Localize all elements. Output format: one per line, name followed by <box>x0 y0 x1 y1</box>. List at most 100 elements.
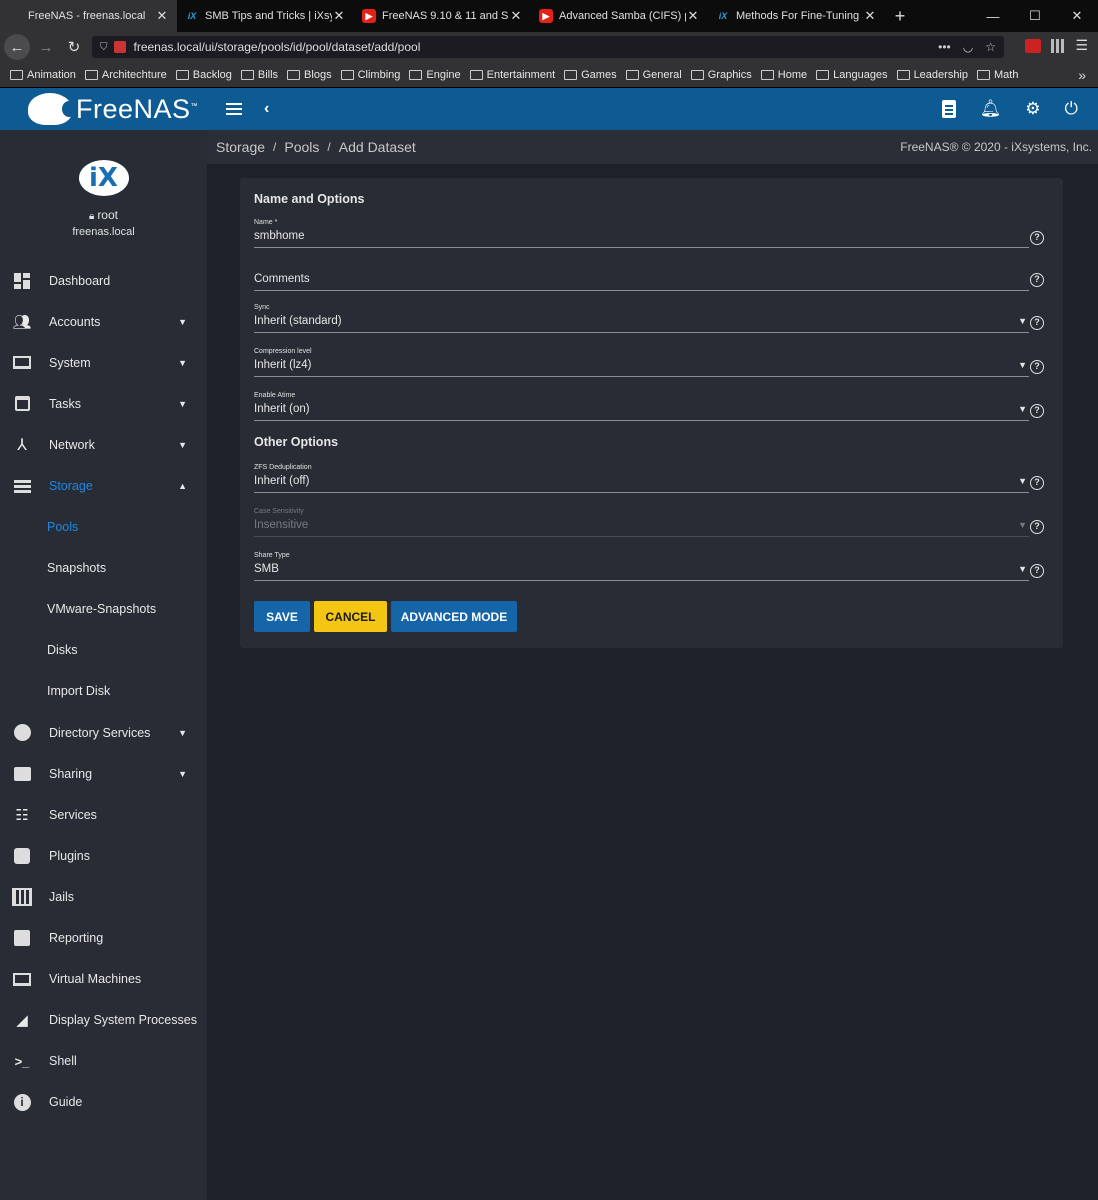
help-icon[interactable]: ? <box>1030 564 1044 578</box>
sidebar-item-sharing[interactable]: Sharing ▼ <box>0 753 207 794</box>
dropdown-arrow-icon[interactable]: ▼ <box>1018 404 1027 414</box>
task-manager-icon[interactable] <box>941 100 956 118</box>
bookmarks-overflow-icon[interactable]: » <box>1078 67 1086 83</box>
sidebar-subitem-snapshots[interactable]: Snapshots <box>0 548 207 589</box>
bookmark-item[interactable]: General <box>625 69 682 81</box>
sidebar-item-plugins[interactable]: Plugins <box>0 835 207 876</box>
bookmark-star-icon[interactable]: ☆ <box>985 40 996 54</box>
help-icon[interactable]: ? <box>1030 520 1044 534</box>
dropdown-arrow-icon[interactable]: ▼ <box>1018 476 1027 486</box>
reload-icon[interactable]: ↻ <box>60 33 88 61</box>
sidebar-item-shell[interactable]: >_ Shell <box>0 1041 207 1082</box>
dedup-value[interactable]: Inherit (off) <box>254 474 1029 489</box>
bookmark-item[interactable]: Graphics <box>690 69 752 81</box>
sidebar-item-accounts[interactable]: 👥︎ Accounts ▼ <box>0 301 207 342</box>
bookmark-item[interactable]: Bills <box>240 69 278 81</box>
bookmark-item[interactable]: Games <box>564 69 617 81</box>
browser-tab[interactable]: ▶ Advanced Samba (CIFS) pe ✕ <box>531 0 708 32</box>
bookmark-item[interactable]: Architechture <box>84 69 167 81</box>
atime-value[interactable]: Inherit (on) <box>254 402 1029 417</box>
help-icon[interactable]: ? <box>1030 476 1044 490</box>
compression-value[interactable]: Inherit (lz4) <box>254 358 1029 373</box>
new-tab-button[interactable]: + <box>885 0 915 32</box>
bookmark-item[interactable]: Animation <box>10 69 76 81</box>
name-field[interactable]: Name * smbhome <box>254 219 1029 248</box>
save-button[interactable]: SAVE <box>254 601 310 632</box>
bookmark-item[interactable]: Backlog <box>175 69 232 81</box>
help-icon[interactable]: ? <box>1030 360 1044 374</box>
sync-value[interactable]: Inherit (standard) <box>254 314 1029 329</box>
collapse-sidebar-icon[interactable]: ‹ <box>264 100 269 118</box>
sidebar-item-dashboard[interactable]: Dashboard <box>0 260 207 301</box>
dropdown-arrow-icon[interactable]: ▼ <box>1018 316 1027 326</box>
share-type-value[interactable]: SMB <box>254 562 1029 577</box>
browser-tab[interactable]: FreeNAS - freenas.local ✕ <box>0 0 177 32</box>
tab-close-icon[interactable]: ✕ <box>686 8 700 24</box>
share-type-select[interactable]: Share Type SMB ▼ <box>254 552 1029 581</box>
extensions-grid-icon[interactable] <box>1051 38 1066 53</box>
comments-field[interactable]: Comments <box>254 262 1029 291</box>
dedup-select[interactable]: ZFS Deduplication Inherit (off) ▼ <box>254 464 1029 493</box>
tab-close-icon[interactable]: ✕ <box>155 8 169 24</box>
sidebar-item-storage[interactable]: Storage ▲ <box>0 465 207 506</box>
caret-down-icon[interactable]: ▼ <box>178 728 187 738</box>
sidebar-subitem-vmware-snapshots[interactable]: VMware-Snapshots <box>0 589 207 630</box>
sidebar-item-display-system-processes[interactable]: ◢ Display System Processes <box>0 1000 207 1041</box>
settings-gear-icon[interactable]: ⚙ <box>1025 99 1040 119</box>
bookmark-item[interactable]: Climbing <box>340 69 400 81</box>
sidebar-item-services[interactable]: ☷ Services <box>0 794 207 835</box>
breadcrumb-storage[interactable]: Storage <box>216 139 265 155</box>
bookmark-item[interactable]: Math <box>977 69 1018 81</box>
menu-toggle-icon[interactable] <box>226 103 242 115</box>
extension-icon[interactable] <box>1025 38 1042 53</box>
caret-down-icon[interactable]: ▼ <box>178 440 187 450</box>
url-bar[interactable]: ⛉ freenas.local/ui/storage/pools/id/pool… <box>92 36 1004 58</box>
power-icon[interactable]: ⏻ <box>1065 99 1078 119</box>
bookmark-item[interactable]: Leadership <box>896 69 968 81</box>
help-icon[interactable]: ? <box>1030 231 1044 245</box>
notifications-bell-icon[interactable]: 🔔︎ <box>980 99 1002 119</box>
name-input[interactable]: smbhome <box>254 229 1029 244</box>
bookmark-item[interactable]: Languages <box>816 69 888 81</box>
caret-down-icon[interactable]: ▼ <box>178 358 187 368</box>
shield-icon[interactable]: ⛉ <box>100 42 108 53</box>
sidebar-item-tasks[interactable]: Tasks ▼ <box>0 383 207 424</box>
sidebar-subitem-import-disk[interactable]: Import Disk <box>0 671 207 712</box>
sidebar-item-network[interactable]: ⅄ Network ▼ <box>0 424 207 465</box>
minimize-icon[interactable]: — <box>972 0 1014 32</box>
bookmark-item[interactable]: Engine <box>409 69 461 81</box>
forward-arrow-icon[interactable]: → <box>32 33 60 61</box>
compression-select[interactable]: Compression level Inherit (lz4) ▼ <box>254 348 1029 377</box>
browser-tab[interactable]: iX Methods For Fine-Tuning S ✕ <box>708 0 885 32</box>
caret-down-icon[interactable]: ▼ <box>178 769 187 779</box>
tab-close-icon[interactable]: ✕ <box>509 8 523 24</box>
cancel-button[interactable]: CANCEL <box>314 601 387 632</box>
dropdown-arrow-icon[interactable]: ▼ <box>1018 564 1027 574</box>
advanced-mode-button[interactable]: ADVANCED MODE <box>391 601 517 632</box>
sidebar-item-reporting[interactable]: Reporting <box>0 918 207 959</box>
bookmark-item[interactable]: Blogs <box>287 69 332 81</box>
comments-input[interactable]: Comments <box>254 272 1029 287</box>
sidebar-subitem-pools[interactable]: Pools <box>0 507 207 548</box>
breadcrumb-pools[interactable]: Pools <box>284 139 319 155</box>
sidebar-item-virtual-machines[interactable]: Virtual Machines <box>0 959 207 1000</box>
sidebar-item-guide[interactable]: i Guide <box>0 1082 207 1123</box>
pocket-icon[interactable]: ◡ <box>963 40 973 54</box>
help-icon[interactable]: ? <box>1030 273 1044 287</box>
help-icon[interactable]: ? <box>1030 316 1044 330</box>
browser-tab[interactable]: iX SMB Tips and Tricks | iXsyst ✕ <box>177 0 354 32</box>
caret-down-icon[interactable]: ▼ <box>178 317 187 327</box>
bookmark-item[interactable]: Entertainment <box>469 69 555 81</box>
tab-close-icon[interactable]: ✕ <box>863 8 877 24</box>
bookmark-item[interactable]: Home <box>760 69 807 81</box>
browser-tab[interactable]: ▶ FreeNAS 9.10 & 11 and Sam ✕ <box>354 0 531 32</box>
sidebar-item-jails[interactable]: Jails <box>0 876 207 917</box>
caret-up-icon[interactable]: ▲ <box>178 481 187 491</box>
back-arrow-icon[interactable]: ← <box>4 34 30 60</box>
sidebar-item-system[interactable]: System ▼ <box>0 342 207 383</box>
page-actions-icon[interactable]: ••• <box>938 40 951 54</box>
freenas-logo[interactable]: FreeNAS™ <box>28 93 228 125</box>
help-icon[interactable]: ? <box>1030 404 1044 418</box>
close-window-icon[interactable]: ✕ <box>1056 0 1098 32</box>
sidebar-subitem-disks[interactable]: Disks <box>0 630 207 671</box>
